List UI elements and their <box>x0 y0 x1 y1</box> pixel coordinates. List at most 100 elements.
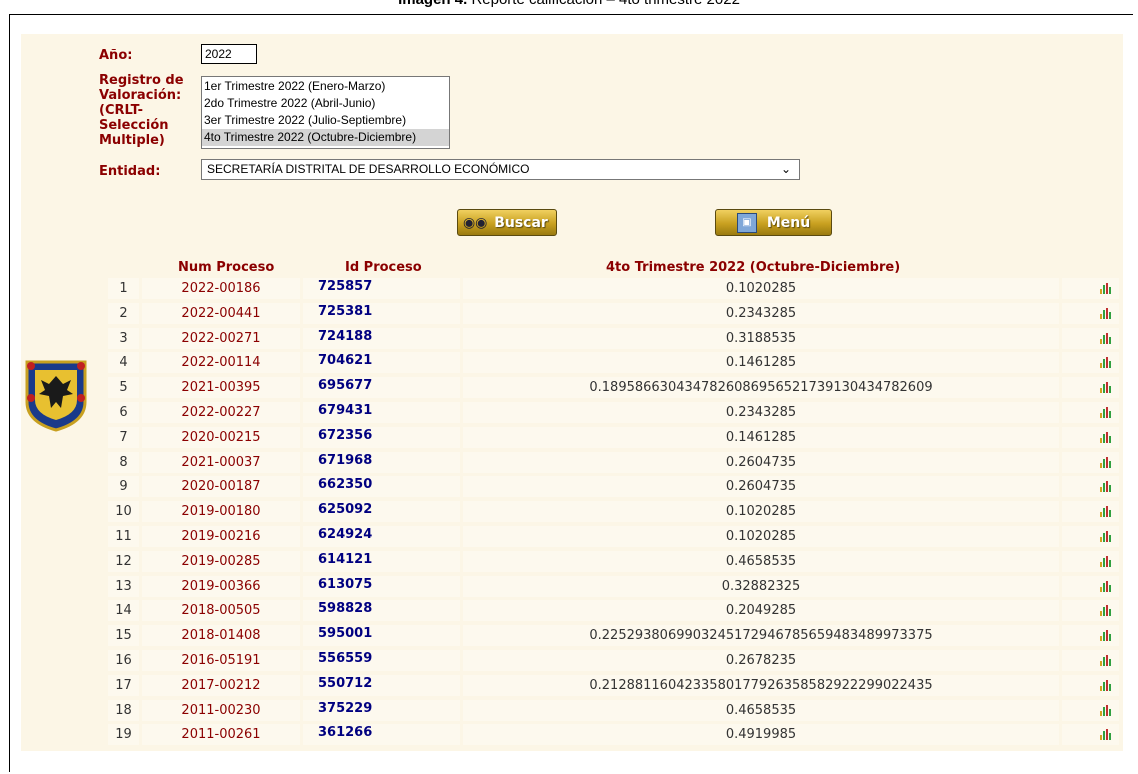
chart-cell <box>1062 476 1119 498</box>
chart-cell <box>1062 699 1119 721</box>
bar-chart-icon[interactable] <box>1100 555 1111 567</box>
trimestre-value: 0.1020285 <box>463 526 1059 547</box>
id-proceso: 595001 <box>303 625 460 647</box>
bar-chart-icon[interactable] <box>1100 704 1111 716</box>
registro-label-line: Selección <box>99 118 169 133</box>
num-proceso-link[interactable]: 2022-00441 <box>142 302 300 324</box>
id-proceso: 613075 <box>303 575 460 597</box>
bar-chart-icon[interactable] <box>1100 283 1111 294</box>
row-index: 6 <box>108 402 139 423</box>
registro-label-line: Valoración: <box>99 88 182 103</box>
chart-cell <box>1062 302 1119 324</box>
table-row: 4 2022-00114 704621 0.1461285 <box>108 351 1119 374</box>
chevron-down-icon: ⌄ <box>780 162 791 176</box>
table-row: 15 2018-01408 595001 0.22529380699032451729… <box>108 624 1119 647</box>
num-proceso-link[interactable]: 2017-00212 <box>142 674 300 696</box>
num-proceso-link[interactable]: 2020-00215 <box>142 426 300 448</box>
bar-chart-icon[interactable] <box>1100 431 1111 443</box>
registro-option-selected[interactable]: 4to Trimestre 2022 (Octubre-Diciembre) <box>202 129 449 146</box>
num-proceso-link[interactable]: 2020-00187 <box>142 476 300 498</box>
table-row: 1 2022-00186 725857 0.1020285 <box>108 277 1119 299</box>
table-row: 8 2021-00037 671968 0.2604735 <box>108 451 1119 473</box>
trimestre-value: 0.2678235 <box>463 650 1059 671</box>
bar-chart-icon[interactable] <box>1100 580 1111 592</box>
bogota-coat-of-arms-icon <box>25 360 87 432</box>
buscar-button[interactable]: ◉◉ Buscar <box>457 209 557 236</box>
trimestre-value: 0.3188535 <box>463 327 1059 349</box>
table-row: 18 2011-00230 375229 0.4658535 <box>108 699 1119 721</box>
id-proceso: 624924 <box>303 526 460 547</box>
registro-label: Registro de Valoración: (CRLT- Selección… <box>99 73 184 148</box>
entidad-value: SECRETARÍA DISTRITAL DE DESARROLLO ECONÓ… <box>207 162 530 176</box>
num-proceso-link[interactable]: 2018-01408 <box>142 625 300 647</box>
id-proceso: 550712 <box>303 674 460 696</box>
bar-chart-icon[interactable] <box>1100 456 1111 468</box>
chart-cell <box>1062 402 1119 423</box>
chart-cell <box>1062 550 1119 572</box>
chart-cell <box>1062 377 1119 399</box>
num-proceso-link[interactable]: 2019-00285 <box>142 550 300 572</box>
caption-bold: Imagen 4. <box>398 0 467 8</box>
num-proceso-link[interactable]: 2019-00216 <box>142 526 300 547</box>
entidad-select[interactable]: SECRETARÍA DISTRITAL DE DESARROLLO ECONÓ… <box>201 159 800 180</box>
chart-cell <box>1062 451 1119 473</box>
bar-chart-icon[interactable] <box>1100 729 1111 741</box>
id-proceso: 361266 <box>303 724 460 746</box>
num-proceso-link[interactable]: 2022-00186 <box>142 278 300 299</box>
num-proceso-link[interactable]: 2022-00227 <box>142 402 300 423</box>
row-index: 15 <box>108 625 139 647</box>
chart-cell <box>1062 600 1119 622</box>
num-proceso-link[interactable]: 2016-05191 <box>142 650 300 671</box>
trimestre-value: 0.22529380699032451729467856594834899733… <box>463 625 1059 647</box>
row-index: 18 <box>108 699 139 721</box>
num-proceso-link[interactable]: 2021-00395 <box>142 377 300 399</box>
table-row: 16 2016-05191 556559 0.2678235 <box>108 649 1119 671</box>
bar-chart-icon[interactable] <box>1100 506 1111 518</box>
num-proceso-link[interactable]: 2019-00180 <box>142 501 300 523</box>
bar-chart-icon[interactable] <box>1100 679 1111 691</box>
table-row: 17 2017-00212 550712 0.21288116042335801779… <box>108 674 1119 696</box>
bar-chart-icon[interactable] <box>1100 531 1111 542</box>
table-row: 19 2011-00261 361266 0.4919985 <box>108 723 1119 746</box>
row-index: 5 <box>108 377 139 399</box>
num-proceso-link[interactable]: 2022-00271 <box>142 327 300 349</box>
year-input[interactable] <box>201 44 257 64</box>
row-index: 12 <box>108 550 139 572</box>
trimestre-value: 0.2604735 <box>463 476 1059 498</box>
bar-chart-icon[interactable] <box>1100 307 1111 319</box>
bar-chart-icon[interactable] <box>1100 605 1111 617</box>
row-index: 4 <box>108 352 139 374</box>
bar-chart-icon[interactable] <box>1100 382 1111 394</box>
registro-option[interactable]: 2do Trimestre 2022 (Abril-Junio) <box>202 95 449 112</box>
table-row: 10 2019-00180 625092 0.1020285 <box>108 500 1119 523</box>
row-index: 11 <box>108 526 139 547</box>
header-id-proceso: Id Proceso <box>345 260 422 275</box>
window-icon: ▣ <box>736 212 757 233</box>
binoculars-icon: ◉◉ <box>462 214 488 231</box>
row-index: 10 <box>108 501 139 523</box>
trimestre-value: 0.1020285 <box>463 278 1059 299</box>
bar-chart-icon[interactable] <box>1100 630 1111 642</box>
figure-caption: Imagen 4. Reporte calificación – 4to tri… <box>0 0 1138 8</box>
registro-option[interactable]: 1er Trimestre 2022 (Enero-Marzo) <box>202 78 449 95</box>
id-proceso: 672356 <box>303 426 460 448</box>
bar-chart-icon[interactable] <box>1100 357 1111 369</box>
num-proceso-link[interactable]: 2011-00230 <box>142 699 300 721</box>
bar-chart-icon[interactable] <box>1100 481 1111 493</box>
num-proceso-link[interactable]: 2022-00114 <box>142 352 300 374</box>
num-proceso-link[interactable]: 2021-00037 <box>142 451 300 473</box>
table-row: 14 2018-00505 598828 0.2049285 <box>108 599 1119 622</box>
registro-listbox[interactable]: 1er Trimestre 2022 (Enero-Marzo) 2do Tri… <box>201 76 450 149</box>
registro-option[interactable]: 3er Trimestre 2022 (Julio-Septiembre) <box>202 112 449 129</box>
bar-chart-icon[interactable] <box>1100 407 1111 418</box>
trimestre-value: 0.2343285 <box>463 402 1059 423</box>
num-proceso-link[interactable]: 2019-00366 <box>142 575 300 597</box>
id-proceso: 556559 <box>303 650 460 671</box>
bar-chart-icon[interactable] <box>1100 332 1111 344</box>
trimestre-value: 0.18958663043478260869565217391304347826… <box>463 377 1059 399</box>
bar-chart-icon[interactable] <box>1100 655 1111 666</box>
num-proceso-link[interactable]: 2011-00261 <box>142 724 300 746</box>
menu-button[interactable]: ▣ Menú <box>715 209 832 236</box>
num-proceso-link[interactable]: 2018-00505 <box>142 600 300 622</box>
row-index: 16 <box>108 650 139 671</box>
